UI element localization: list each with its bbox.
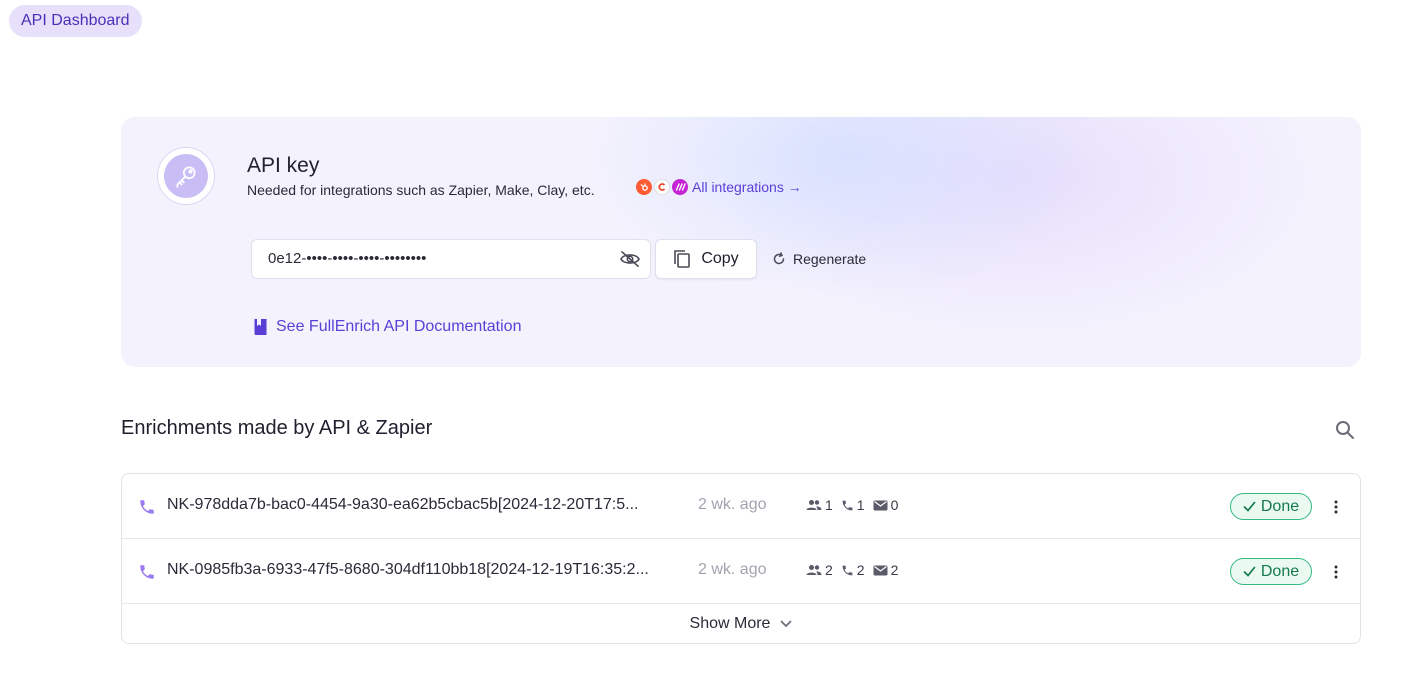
table-row[interactable]: NK-0985fb3a-6933-47f5-8680-304df110bb18[… [122, 539, 1360, 604]
more-options-icon[interactable] [1328, 562, 1344, 582]
regenerate-label: Regenerate [793, 251, 867, 267]
enrichment-stats: 2 2 2 [806, 562, 902, 578]
status-badge: Done [1230, 493, 1312, 520]
enrichments-table: NK-978dda7b-bac0-4454-9a30-ea62b5cbac5b[… [121, 473, 1361, 644]
phones-count: 1 [856, 497, 865, 513]
enrichment-name: NK-0985fb3a-6933-47f5-8680-304df110bb18[… [167, 561, 649, 578]
show-more-button[interactable]: Show More [122, 604, 1360, 643]
status-label: Done [1260, 562, 1300, 580]
emails-count: 2 [890, 562, 899, 578]
api-key-subtitle: Needed for integrations such as Zapier, … [247, 182, 595, 198]
contacts-count: 1 [825, 497, 833, 513]
api-dashboard-tab[interactable]: API Dashboard [9, 5, 142, 37]
enrichment-stats: 1 1 0 [806, 497, 902, 513]
hubspot-icon [636, 179, 652, 195]
enrichment-name: NK-978dda7b-bac0-4454-9a30-ea62b5cbac5b[… [167, 496, 639, 513]
contacts-icon [806, 500, 822, 510]
check-icon [1243, 566, 1256, 577]
api-key-card: API key Needed for integrations such as … [121, 117, 1361, 367]
more-options-icon[interactable] [1328, 497, 1344, 517]
all-integrations-link[interactable]: All integrations → [692, 179, 802, 195]
make-icon [672, 179, 688, 195]
api-docs-link[interactable]: See FullEnrich API Documentation [253, 318, 521, 336]
api-key-title: API key [247, 154, 320, 177]
eye-off-icon[interactable] [619, 250, 641, 268]
show-more-label: Show More [689, 614, 771, 632]
email-icon [873, 565, 888, 575]
phone-icon [140, 565, 154, 579]
chevron-down-icon [781, 620, 792, 627]
copy-icon [674, 250, 691, 268]
check-icon [1243, 501, 1256, 512]
phones-count: 2 [856, 562, 865, 578]
refresh-icon [773, 252, 785, 265]
phone-icon [140, 500, 154, 514]
key-icon [176, 166, 196, 188]
book-icon [254, 319, 267, 335]
enrichment-age: 2 wk. ago [698, 496, 767, 513]
email-icon [873, 500, 888, 510]
phone-small-icon [842, 565, 853, 575]
copy-label: Copy [701, 250, 739, 267]
contacts-icon [806, 565, 822, 575]
regenerate-button[interactable]: Regenerate [772, 247, 866, 271]
api-key-field[interactable]: 0e12-••••-••••-••••-•••••••• [251, 239, 651, 279]
clay-icon [654, 179, 670, 195]
search-icon[interactable] [1334, 419, 1356, 441]
api-docs-label: See FullEnrich API Documentation [276, 318, 522, 335]
emails-count: 0 [890, 497, 899, 513]
copy-button[interactable]: Copy [655, 239, 757, 279]
enrichments-section-title: Enrichments made by API & Zapier [121, 417, 433, 439]
contacts-count: 2 [825, 562, 833, 578]
key-avatar [157, 147, 215, 205]
table-row[interactable]: NK-978dda7b-bac0-4454-9a30-ea62b5cbac5b[… [122, 474, 1360, 539]
phone-small-icon [842, 500, 853, 510]
enrichment-age: 2 wk. ago [698, 561, 767, 578]
status-badge: Done [1230, 558, 1312, 585]
status-label: Done [1260, 497, 1300, 515]
integrations-row: All integrations → [636, 179, 802, 195]
